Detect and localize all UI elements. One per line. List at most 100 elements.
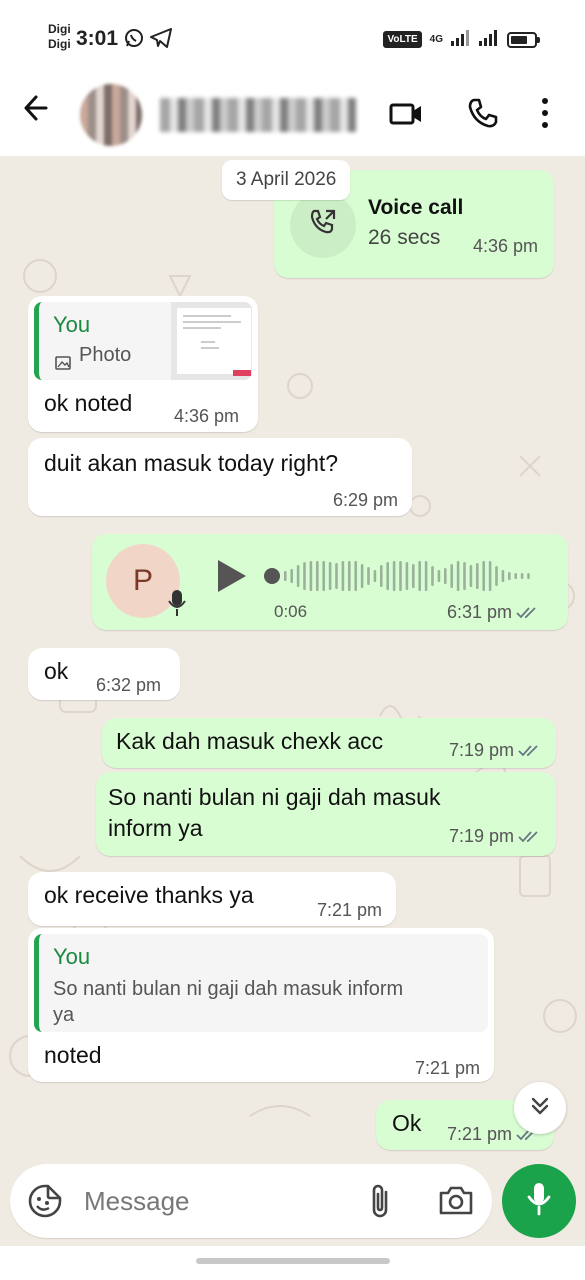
message-input-box[interactable]: Message [10,1164,492,1238]
quoted-photo[interactable]: You Photo [34,302,252,380]
waveform-bar [520,573,524,579]
phone-icon[interactable] [466,96,500,135]
photo-reply-bubble[interactable]: You Photo ok noted 4:36 pm [28,296,258,432]
message-text: ok receive thanks ya [44,882,254,908]
scroll-to-bottom-button[interactable] [514,1082,566,1134]
message-text: noted [44,1042,102,1068]
message-bubble-ok[interactable]: ok 6:32 pm [28,648,180,700]
waveform-bar [405,562,409,590]
volte-badge: VoLTE [383,31,422,48]
message-time: 7:19 pm [449,740,544,761]
waveform-bar [488,561,492,591]
waveform-bar [348,561,351,591]
date-chip: 3 April 2026 [222,160,351,200]
whatsapp-status-icon [124,28,144,53]
message-text: ok noted [44,390,133,416]
message-text: duit akan masuk today right? [44,450,339,476]
voice-note-bubble[interactable]: P 0:06 6:31 pm [92,534,568,630]
message-time: 4:36 pm [174,406,240,426]
waveform-bar [463,562,466,590]
message-time: 7:21 pm [414,1058,480,1078]
voice-note-time: 6:31 pm [447,602,542,623]
noted-reply-bubble[interactable]: You So nanti bulan ni gaji dah masuk inf… [28,928,494,1082]
emoji-sticker-icon[interactable] [28,1184,62,1223]
waveform-bar [444,568,447,584]
waveform-bar [296,565,300,587]
system-nav-bar [0,1246,585,1280]
waveform-bar [482,561,485,591]
message-input[interactable]: Message [84,1186,190,1217]
input-bar: Message [0,1162,585,1246]
message-bubble-duit[interactable]: duit akan masuk today right? 6:29 pm [28,438,412,516]
voice-call-duration: 26 secs [368,226,441,249]
waveform-bar [328,562,332,590]
video-call-icon[interactable] [388,96,424,137]
quote-line-2: ya [53,1004,75,1026]
read-ticks-icon [516,607,536,619]
message-time: 7:19 pm [449,826,544,847]
message-bubble-kak[interactable]: Kak dah masuk chexk acc 7:19 pm [102,718,556,768]
photo-thumbnail [171,302,252,380]
camera-icon[interactable] [438,1184,474,1221]
play-icon[interactable] [214,558,248,600]
double-chevron-down-icon [528,1094,552,1123]
waveform-bar [424,561,428,591]
telegram-status-icon [150,28,172,53]
quote-author: You [53,944,91,969]
contact-avatar[interactable] [80,84,142,146]
more-vert-icon[interactable] [540,96,550,135]
message-text: So nanti bulan ni gaji dah masuk inform … [108,782,440,844]
waveform-bar [418,561,421,591]
waveform-bar [322,561,325,591]
carrier-2: Digi [48,37,71,51]
waveform-bar [392,561,396,591]
outgoing-call-icon [308,207,338,243]
message-time: 6:32 pm [96,675,162,695]
voice-note-time-text: 6:31 pm [446,602,512,622]
contact-name[interactable] [160,98,356,132]
battery-icon [507,31,540,48]
photo-icon [55,350,71,377]
message-line-2: inform ya [108,815,203,841]
waveform-bar [316,561,319,591]
message-time-text: 7:19 pm [448,740,514,760]
message-text: Ok [392,1110,422,1136]
status-right: VoLTE 4G [383,28,540,51]
carrier-1: Digi [48,22,71,36]
attach-icon[interactable] [368,1182,392,1225]
waveform-bar [476,563,479,589]
message-time: 6:29 pm [332,490,398,510]
waveform-bar [437,570,441,582]
waveform-bar [412,564,415,588]
waveform-bar [431,566,434,586]
quoted-message[interactable]: You So nanti bulan ni gaji dah masuk inf… [34,934,488,1032]
waveform-bar [501,570,505,582]
signal-icon-1 [451,28,471,51]
message-bubble-nanti[interactable]: So nanti bulan ni gaji dah masuk inform … [96,772,556,856]
back-arrow-icon[interactable] [22,94,48,127]
waveform-bar [309,561,313,591]
read-ticks-icon [518,745,538,757]
quote-label: Photo [79,344,132,366]
waveform-bar [341,561,345,591]
voice-waveform[interactable] [264,558,538,594]
message-bubble-receive[interactable]: ok receive thanks ya 7:21 pm [28,872,396,926]
voice-record-button[interactable] [502,1164,576,1238]
read-ticks-icon [518,831,538,843]
waveform-bar [335,563,338,589]
message-text: ok [44,658,69,684]
mic-icon [526,1181,552,1222]
mic-badge-icon [166,588,188,624]
waveform-bar [527,573,530,579]
waveform-bar [367,567,370,585]
message-text: Kak dah masuk chexk acc [116,728,384,754]
voice-call-time: 4:36 pm [472,236,538,256]
waveform-bar [508,572,511,580]
home-gesture-pill[interactable] [196,1258,390,1264]
message-time: 7:21 pm [316,900,382,920]
voice-call-title: Voice call [368,196,464,219]
waveform-bar [380,565,383,587]
waveform-bar [303,562,306,590]
message-line-1: So nanti bulan ni gaji dah masuk [108,784,441,810]
waveform-bar [495,566,498,586]
